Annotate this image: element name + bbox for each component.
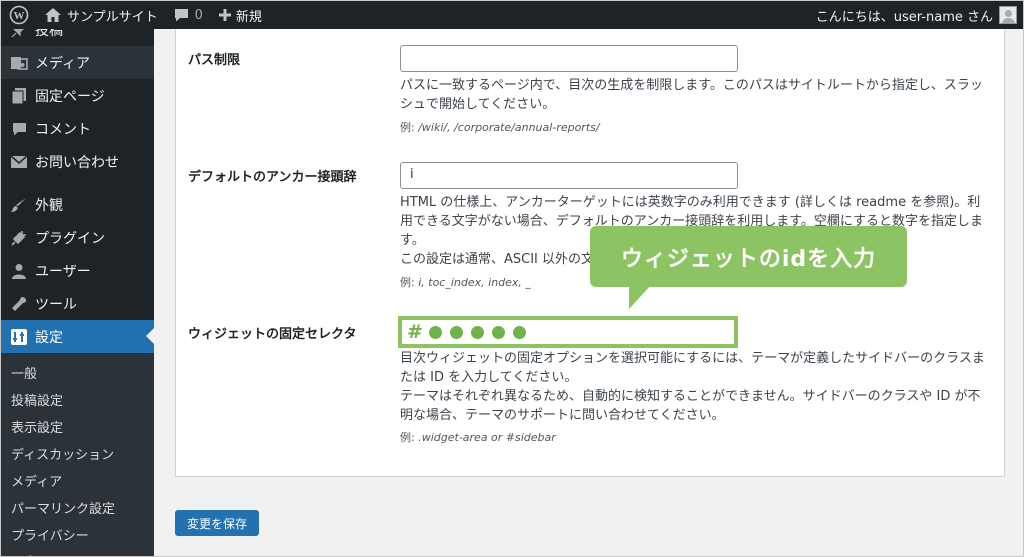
submenu-item-discussion[interactable]: ディスカッション xyxy=(1,442,154,469)
sidebar-item-posts[interactable]: 投稿 xyxy=(1,29,154,46)
masked-char xyxy=(491,325,505,339)
wrench-icon xyxy=(9,294,29,314)
home-icon xyxy=(45,8,61,22)
masked-char xyxy=(449,325,463,339)
user-icon xyxy=(9,261,29,281)
settings-icon xyxy=(9,327,29,347)
masked-char xyxy=(428,325,442,339)
hash-prefix: # xyxy=(407,321,423,343)
pin-icon xyxy=(9,29,29,40)
greeting: こんにちは、user-name さん xyxy=(815,9,993,25)
sidebar-item-label: 外観 xyxy=(35,197,63,214)
widget-selector-example: 例: .widget-area or #sidebar xyxy=(400,431,556,444)
avatar xyxy=(999,6,1017,24)
sidebar-item-label: プラグイン xyxy=(35,230,105,247)
site-name: サンプルサイト xyxy=(67,9,158,25)
submenu-item-general[interactable]: 一般 xyxy=(1,361,154,388)
submenu-item-reading[interactable]: 表示設定 xyxy=(1,415,154,442)
wordpress-logo-icon[interactable]: W xyxy=(1,1,37,29)
anchor-prefix-label: デフォルトのアンカー接頭辞 xyxy=(188,170,357,185)
sidebar-item-label: 設定 xyxy=(35,329,63,346)
page-icon xyxy=(9,86,29,106)
user-account-link[interactable]: こんにちは、user-name さん xyxy=(808,1,1019,29)
sidebar-item-label: ツール xyxy=(35,296,77,313)
sidebar-item-tools[interactable]: ツール xyxy=(1,287,154,320)
callout-tail xyxy=(629,285,651,309)
sidebar-item-label: 固定ページ xyxy=(35,88,105,105)
new-content-link[interactable]: 新規 xyxy=(211,1,270,29)
widget-selector-desc: 目次ウィジェットの固定オプションを選択可能にするには、テーマが定義したサイドバー… xyxy=(400,351,985,385)
sidebar-item-contact[interactable]: お問い合わせ xyxy=(1,145,154,178)
browser-frame: W サンプルサイト 0 新規 こんにちは、user-name さん 投稿 メディ… xyxy=(0,0,1024,557)
sidebar-item-label: お問い合わせ xyxy=(35,154,119,171)
admin-sidebar: 投稿 メディア 固定ページ コメント お問い合わせ 外観 プラグイン ユーザー … xyxy=(1,29,154,556)
masked-char xyxy=(512,325,526,339)
main-content: パス制限 パスに一致するページ内で、目次の生成を制限します。このパスはサイトルー… xyxy=(154,29,1023,556)
sidebar-item-settings[interactable]: 設定 xyxy=(1,320,154,353)
brush-icon xyxy=(9,195,29,215)
anchor-prefix-example: 例: i, toc_index, index, _ xyxy=(400,276,531,289)
sidebar-item-label: メディア xyxy=(35,55,91,72)
anchor-prefix-desc-note: この設定は通常、ASCII 以外の文 xyxy=(400,252,595,267)
submenu-item-media[interactable]: メディア xyxy=(1,469,154,496)
save-button[interactable]: 変更を保存 xyxy=(175,510,259,536)
sidebar-item-label: ユーザー xyxy=(35,263,91,280)
sidebar-item-appearance[interactable]: 外観 xyxy=(1,188,154,221)
mail-icon xyxy=(9,152,29,172)
sidebar-item-plugins[interactable]: プラグイン xyxy=(1,221,154,254)
site-name-link[interactable]: サンプルサイト xyxy=(37,1,166,29)
media-icon xyxy=(9,53,29,73)
admin-bar: W サンプルサイト 0 新規 こんにちは、user-name さん xyxy=(1,1,1023,29)
new-label: 新規 xyxy=(235,9,262,25)
comment-icon xyxy=(9,119,29,139)
path-restriction-label: パス制限 xyxy=(188,53,241,68)
svg-text:W: W xyxy=(14,10,25,22)
comments-link[interactable]: 0 xyxy=(166,1,211,29)
sidebar-item-label: コメント xyxy=(35,121,91,138)
sidebar-item-pages[interactable]: 固定ページ xyxy=(1,79,154,112)
masked-char xyxy=(470,325,484,339)
plus-icon xyxy=(218,9,231,21)
widget-selector-label: ウィジェットの固定セレクタ xyxy=(188,327,357,342)
widget-selector-desc-note: テーマはそれぞれ異なるため、自動的に検知することができません。サイドバーのクラス… xyxy=(400,389,981,423)
path-restriction-example: 例: /wiki/, /corporate/annual-reports/ xyxy=(400,121,600,134)
annotation-callout: ウィジェットのidを入力 xyxy=(590,226,907,287)
sidebar-item-label: 投稿 xyxy=(35,29,63,39)
submenu-item-toc[interactable]: 目次 xyxy=(1,550,154,556)
comments-count: 0 xyxy=(194,7,203,23)
settings-submenu: 一般 投稿設定 表示設定 ディスカッション メディア パーマリンク設定 プライバ… xyxy=(1,353,154,556)
sidebar-item-users[interactable]: ユーザー xyxy=(1,254,154,287)
widget-selector-input[interactable]: # xyxy=(398,316,738,348)
submenu-item-writing[interactable]: 投稿設定 xyxy=(1,388,154,415)
path-restriction-desc: パスに一致するページ内で、目次の生成を制限します。このパスはサイトルートから指定… xyxy=(400,78,983,112)
comment-icon xyxy=(174,8,189,22)
path-restriction-input[interactable] xyxy=(400,45,738,72)
plugin-icon xyxy=(9,228,29,248)
sidebar-item-media[interactable]: メディア xyxy=(1,46,154,79)
submenu-item-privacy[interactable]: プライバシー xyxy=(1,523,154,550)
anchor-prefix-input[interactable]: i xyxy=(400,162,738,189)
submenu-item-permalinks[interactable]: パーマリンク設定 xyxy=(1,496,154,523)
sidebar-item-comments[interactable]: コメント xyxy=(1,112,154,145)
